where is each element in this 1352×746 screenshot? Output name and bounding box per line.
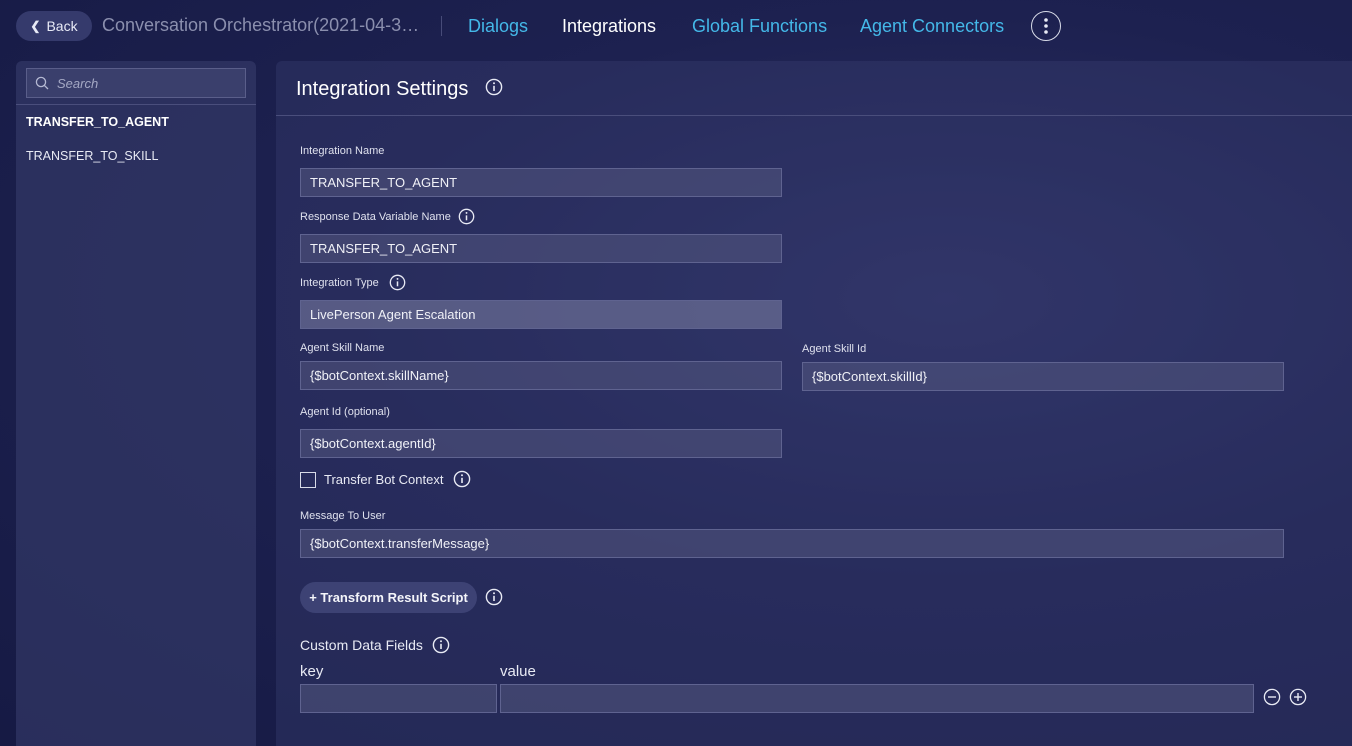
agent-id-field[interactable]	[300, 429, 782, 458]
more-vertical-icon	[1044, 18, 1048, 34]
custom-data-value-header: value	[500, 663, 536, 680]
info-icon[interactable]	[389, 274, 406, 291]
agent-skill-id-label: Agent Skill Id	[802, 343, 867, 355]
integration-name-label: Integration Name	[300, 145, 385, 157]
sidebar-item-transfer-to-skill[interactable]: TRANSFER_TO_SKILL	[26, 149, 158, 163]
top-bar: ❮ Back Conversation Orchestrator(2021-04…	[0, 0, 1352, 52]
tab-integrations[interactable]: Integrations	[562, 16, 656, 37]
chevron-left-icon: ❮	[30, 19, 41, 33]
tab-agent-connectors[interactable]: Agent Connectors	[860, 16, 1004, 37]
search-box	[26, 68, 246, 98]
back-button-label: Back	[46, 18, 78, 34]
search-icon	[35, 76, 49, 90]
plus-circle-icon[interactable]	[1289, 688, 1307, 706]
transfer-bot-context-checkbox[interactable]	[300, 472, 316, 488]
page-title: Integration Settings	[296, 78, 469, 100]
info-icon[interactable]	[453, 470, 471, 488]
title-divider	[441, 16, 442, 36]
back-button[interactable]: ❮ Back	[16, 11, 92, 41]
response-variable-label: Response Data Variable Name	[300, 211, 451, 223]
sidebar: TRANSFER_TO_AGENT TRANSFER_TO_SKILL	[16, 61, 256, 746]
integration-type-field	[300, 300, 782, 329]
info-icon[interactable]	[485, 588, 503, 606]
tab-global-functions[interactable]: Global Functions	[692, 16, 827, 37]
sidebar-item-transfer-to-agent[interactable]: TRANSFER_TO_AGENT	[26, 115, 169, 129]
info-icon[interactable]	[458, 208, 475, 225]
integration-name-field[interactable]	[300, 168, 782, 197]
agent-id-label: Agent Id (optional)	[300, 406, 390, 418]
more-menu-button[interactable]	[1031, 11, 1061, 41]
panel-header: Integration Settings	[276, 61, 1352, 116]
sidebar-divider	[16, 104, 256, 105]
app-title: Conversation Orchestrator(2021-04-30...	[102, 15, 426, 35]
info-icon[interactable]	[485, 78, 503, 96]
transform-result-script-button[interactable]: + Transform Result Script	[300, 582, 477, 613]
minus-circle-icon[interactable]	[1263, 688, 1281, 706]
custom-data-key-header: key	[300, 663, 324, 680]
message-to-user-field[interactable]	[300, 529, 1284, 558]
info-icon[interactable]	[432, 636, 450, 654]
integration-settings-panel: Integration Settings Integration Name Re…	[276, 61, 1352, 746]
agent-skill-name-label: Agent Skill Name	[300, 342, 385, 354]
response-variable-field[interactable]	[300, 234, 782, 263]
custom-data-value-field[interactable]	[500, 684, 1254, 713]
agent-skill-name-field[interactable]	[300, 361, 782, 390]
message-to-user-label: Message To User	[300, 510, 386, 522]
custom-data-fields-label: Custom Data Fields	[300, 637, 423, 653]
agent-skill-id-field[interactable]	[802, 362, 1284, 391]
custom-data-key-field[interactable]	[300, 684, 497, 713]
tab-dialogs[interactable]: Dialogs	[468, 16, 528, 37]
search-input[interactable]	[26, 68, 246, 98]
integration-type-label: Integration Type	[300, 277, 379, 289]
transfer-bot-context-label: Transfer Bot Context	[324, 472, 444, 487]
